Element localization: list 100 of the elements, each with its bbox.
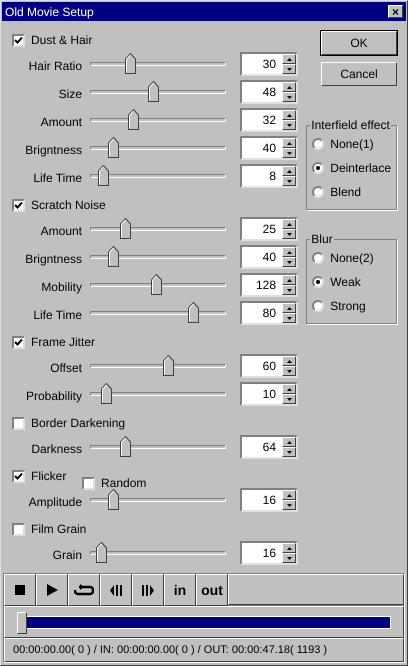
checkbox[interactable]	[12, 336, 25, 348]
spin-up-button[interactable]	[282, 543, 296, 553]
group-title: Interfield effect	[310, 117, 391, 134]
radio-button[interactable]	[312, 162, 324, 174]
slider-thumb[interactable]	[108, 137, 118, 158]
spin-down-button[interactable]	[282, 553, 296, 563]
spin-down-button[interactable]	[282, 447, 296, 457]
spin-up-button[interactable]	[282, 275, 296, 285]
slider-thumb[interactable]	[98, 165, 108, 186]
number-field[interactable]: 30	[240, 52, 298, 76]
spin-down-button[interactable]	[282, 120, 296, 130]
slider-label: Brigntness	[24, 142, 82, 159]
loop-button[interactable]	[68, 574, 100, 606]
number-field[interactable]: 40	[240, 245, 298, 269]
number-field[interactable]: 128	[240, 273, 298, 297]
spin-up-button[interactable]	[282, 82, 296, 92]
slider-label: Hair Ratio	[28, 58, 82, 75]
checkbox[interactable]	[12, 416, 25, 430]
spin-up-button[interactable]	[282, 138, 296, 148]
slider-thumb[interactable]	[101, 383, 112, 404]
spin-down-button[interactable]	[282, 500, 296, 510]
spin-up-button[interactable]	[282, 356, 296, 366]
spin-down-button[interactable]	[282, 148, 296, 158]
up-arrow-icon	[286, 494, 292, 496]
spin-down-button[interactable]	[282, 229, 296, 239]
slider-label: Mobility	[40, 279, 82, 296]
spin-down-button[interactable]	[282, 92, 296, 102]
up-arrow-icon	[286, 388, 292, 390]
spin-down-button[interactable]	[282, 176, 296, 186]
slider-thumb[interactable]	[128, 109, 138, 130]
number-field[interactable]: 16	[240, 488, 298, 512]
down-arrow-icon	[286, 450, 292, 454]
number-field[interactable]: 10	[240, 382, 298, 406]
close-button[interactable]: ×	[388, 5, 403, 18]
number-field[interactable]: 8	[240, 164, 298, 188]
slider-label: Grain	[52, 547, 82, 564]
checkbox[interactable]	[12, 198, 25, 212]
checkbox-label: Dust & Hair	[31, 32, 92, 49]
play-button[interactable]	[36, 574, 68, 606]
slider-thumb[interactable]	[151, 274, 162, 295]
slider-label: Size	[58, 86, 82, 103]
down-arrow-icon	[286, 96, 292, 98]
seek-thumb[interactable]	[17, 612, 27, 634]
spin-up-button[interactable]	[282, 54, 296, 64]
spin-up-button[interactable]	[282, 437, 296, 447]
number-field[interactable]: 48	[240, 80, 298, 104]
radio-button[interactable]	[312, 276, 324, 288]
spin-down-button[interactable]	[282, 394, 296, 404]
number-field[interactable]: 40	[240, 136, 298, 160]
radio-button[interactable]	[312, 252, 324, 264]
number-field[interactable]: 32	[240, 108, 298, 132]
slider-thumb[interactable]	[162, 355, 174, 376]
transport-button[interactable]: in	[164, 574, 196, 606]
spin-up-button[interactable]	[282, 303, 296, 313]
number-field[interactable]: 80	[240, 301, 298, 325]
checkbox[interactable]	[82, 476, 95, 490]
spin-down-button[interactable]	[282, 64, 296, 74]
spin-down-button[interactable]	[282, 257, 296, 267]
slider-thumb[interactable]	[120, 218, 131, 239]
slider-thumb[interactable]	[188, 302, 198, 323]
radio-label: Weak	[330, 274, 361, 290]
spin-up-button[interactable]	[282, 490, 296, 500]
number-field[interactable]: 60	[240, 354, 298, 378]
slider-label: Offset	[49, 360, 82, 377]
slider-label: Amplitude	[28, 494, 82, 511]
spin-up-button[interactable]	[282, 384, 296, 394]
spin-up-button[interactable]	[282, 219, 296, 229]
dialog-button[interactable]: Cancel	[321, 62, 397, 86]
stop-button[interactable]	[4, 574, 36, 606]
spin-down-button[interactable]	[282, 285, 296, 295]
slider-thumb[interactable]	[120, 436, 131, 457]
number-field[interactable]: 16	[240, 541, 298, 565]
down-arrow-icon	[286, 556, 292, 560]
slider-thumb[interactable]	[125, 53, 136, 74]
number-field[interactable]: 25	[240, 217, 298, 241]
radio-button[interactable]	[312, 186, 324, 198]
slider-thumb[interactable]	[108, 489, 118, 510]
slider-thumb[interactable]	[108, 246, 118, 267]
spin-down-button[interactable]	[282, 366, 296, 376]
step-forward-button[interactable]	[132, 574, 164, 606]
window-title: Old Movie Setup	[5, 4, 94, 20]
radio-button[interactable]	[312, 300, 324, 312]
radio-button[interactable]	[312, 138, 324, 150]
spin-up-button[interactable]	[282, 110, 296, 120]
dialog-button[interactable]: OK	[321, 31, 397, 55]
down-arrow-icon	[286, 232, 292, 236]
checkbox[interactable]	[12, 470, 25, 482]
slider-label: Amount	[40, 223, 82, 240]
slider-thumb[interactable]	[148, 81, 158, 102]
radio-label: None(2)	[330, 250, 374, 266]
checkbox[interactable]	[12, 522, 25, 536]
slider-thumb[interactable]	[96, 542, 108, 563]
step-back-button[interactable]	[100, 574, 132, 606]
number-field[interactable]: 64	[240, 435, 298, 459]
spin-up-button[interactable]	[282, 247, 296, 257]
spin-up-button[interactable]	[282, 166, 296, 176]
checkbox[interactable]	[12, 34, 25, 46]
up-arrow-icon	[286, 170, 292, 172]
spin-down-button[interactable]	[282, 313, 296, 323]
transport-button[interactable]: out	[196, 574, 228, 606]
